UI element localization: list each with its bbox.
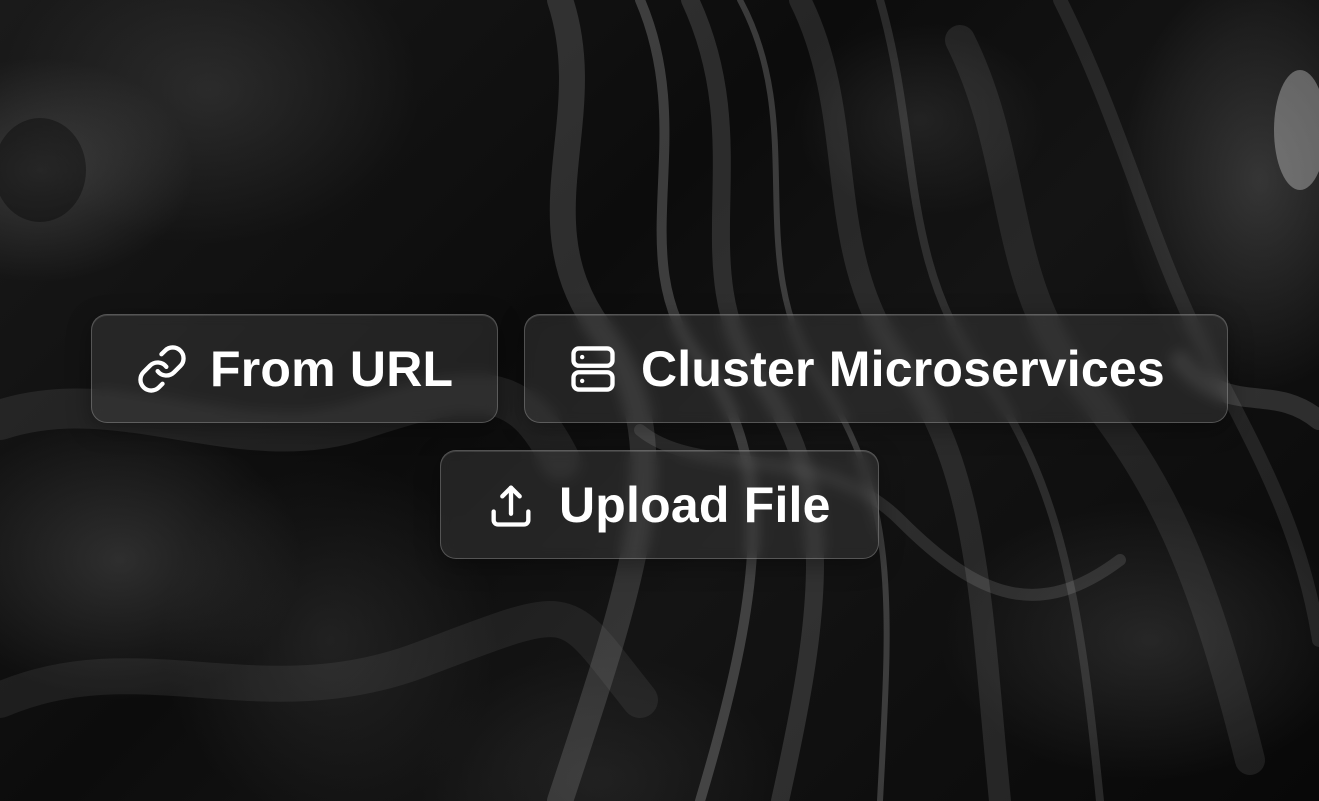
cluster-microservices-button[interactable]: Cluster Microservices <box>524 314 1228 423</box>
link-icon <box>136 343 188 395</box>
upload-file-label: Upload File <box>559 476 831 533</box>
cluster-microservices-label: Cluster Microservices <box>641 340 1165 397</box>
from-url-label: From URL <box>210 340 454 397</box>
from-url-button[interactable]: From URL <box>91 314 498 423</box>
server-icon <box>567 343 619 395</box>
upload-icon <box>485 479 537 531</box>
upload-file-button[interactable]: Upload File <box>440 450 879 559</box>
background: From URL Cluster Microservices Upload Fi… <box>0 0 1319 801</box>
